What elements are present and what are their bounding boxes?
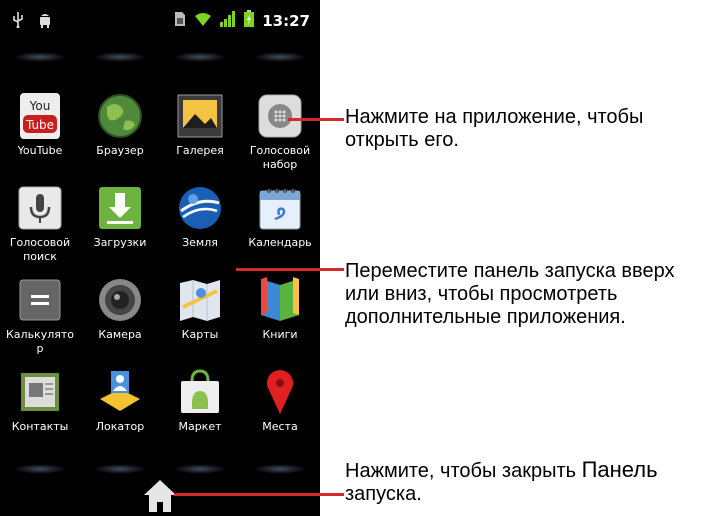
callout-close-prefix: Нажмите, чтобы закрыть [345, 460, 582, 482]
gallery-icon [176, 92, 224, 140]
svg-text:Tube: Tube [25, 118, 54, 132]
app-label: Загрузки [93, 236, 147, 249]
app-maps[interactable]: Карты [160, 274, 240, 366]
callout-line-open-app [288, 118, 344, 121]
callout-open-app: Нажмите на приложение, чтобы открыть его… [345, 106, 644, 151]
camera-icon [96, 276, 144, 324]
maps-icon [176, 276, 224, 324]
app-label: Браузер [96, 144, 144, 157]
app-latitude[interactable]: Локатор [80, 366, 160, 458]
app-label: Галерея [176, 144, 224, 157]
app-label: Голосовой набор [249, 144, 311, 171]
app-label: Голосовой поиск [9, 236, 71, 263]
callout-line-close [174, 493, 344, 496]
callout-close: Нажмите, чтобы закрыть Панель запуска. [345, 458, 723, 506]
android-debug-icon [38, 12, 52, 32]
app-label: Камера [98, 328, 142, 341]
market-icon [176, 368, 224, 416]
voice-search-icon [16, 184, 64, 232]
callout-close-suffix: запуска. [345, 483, 422, 505]
youtube-icon: You Tube [16, 92, 64, 140]
callout-line-scroll [236, 268, 344, 271]
app-label: Места [262, 420, 298, 433]
app-label: Локатор [95, 420, 145, 433]
app-label: Маркет [178, 420, 222, 433]
app-browser[interactable]: Браузер [80, 90, 160, 182]
calendar-icon [256, 184, 304, 232]
status-clock: 13:27 [262, 11, 310, 30]
status-bar: 13:27 [0, 0, 320, 46]
phone-screen: 13:27 You Tube YouTube Браузер Галерея Г… [0, 0, 320, 516]
downloads-icon [96, 184, 144, 232]
sim-icon [174, 11, 186, 31]
app-label: Книги [262, 328, 298, 341]
svg-text:You: You [29, 99, 51, 113]
app-downloads[interactable]: Загрузки [80, 182, 160, 274]
app-places[interactable]: Места [240, 366, 320, 458]
voice-dialer-icon [256, 92, 304, 140]
app-label: Карты [181, 328, 219, 341]
home-icon [143, 478, 177, 516]
app-label: Календарь [248, 236, 312, 249]
app-calendar[interactable]: Календарь [240, 182, 320, 274]
app-calculator[interactable]: Калькулято р [0, 274, 80, 366]
callout-scroll: Переместите панель запуска вверх или вни… [345, 260, 675, 328]
wifi-icon [194, 11, 212, 31]
app-books[interactable]: Книги [240, 274, 320, 366]
earth-icon [176, 184, 224, 232]
app-label: Калькулято р [5, 328, 74, 355]
app-gallery[interactable]: Галерея [160, 90, 240, 182]
places-pin-icon [256, 368, 304, 416]
status-bar-right: 13:27 [174, 10, 310, 31]
app-camera[interactable]: Камера [80, 274, 160, 366]
app-label: Земля [182, 236, 218, 249]
status-bar-left-icons [12, 12, 52, 32]
browser-globe-icon [96, 92, 144, 140]
app-contacts[interactable]: Контакты [0, 366, 80, 458]
contacts-icon [16, 368, 64, 416]
calculator-icon [16, 276, 64, 324]
usb-icon [12, 12, 24, 32]
app-voice-dialer[interactable]: Голосовой набор [240, 90, 320, 182]
app-label: Контакты [11, 420, 69, 433]
signal-icon [220, 10, 236, 31]
app-youtube[interactable]: You Tube YouTube [0, 90, 80, 182]
books-icon [256, 276, 304, 324]
app-earth[interactable]: Земля [160, 182, 240, 274]
app-grid[interactable]: You Tube YouTube Браузер Галерея Голосов… [0, 90, 320, 458]
app-label: YouTube [17, 144, 63, 157]
home-button[interactable] [140, 476, 180, 516]
app-market[interactable]: Маркет [160, 366, 240, 458]
launcher-top-fade [0, 48, 320, 70]
latitude-icon [96, 368, 144, 416]
battery-icon [244, 10, 255, 31]
callout-close-word: Панель [581, 457, 658, 482]
app-voice-search[interactable]: Голосовой поиск [0, 182, 80, 274]
